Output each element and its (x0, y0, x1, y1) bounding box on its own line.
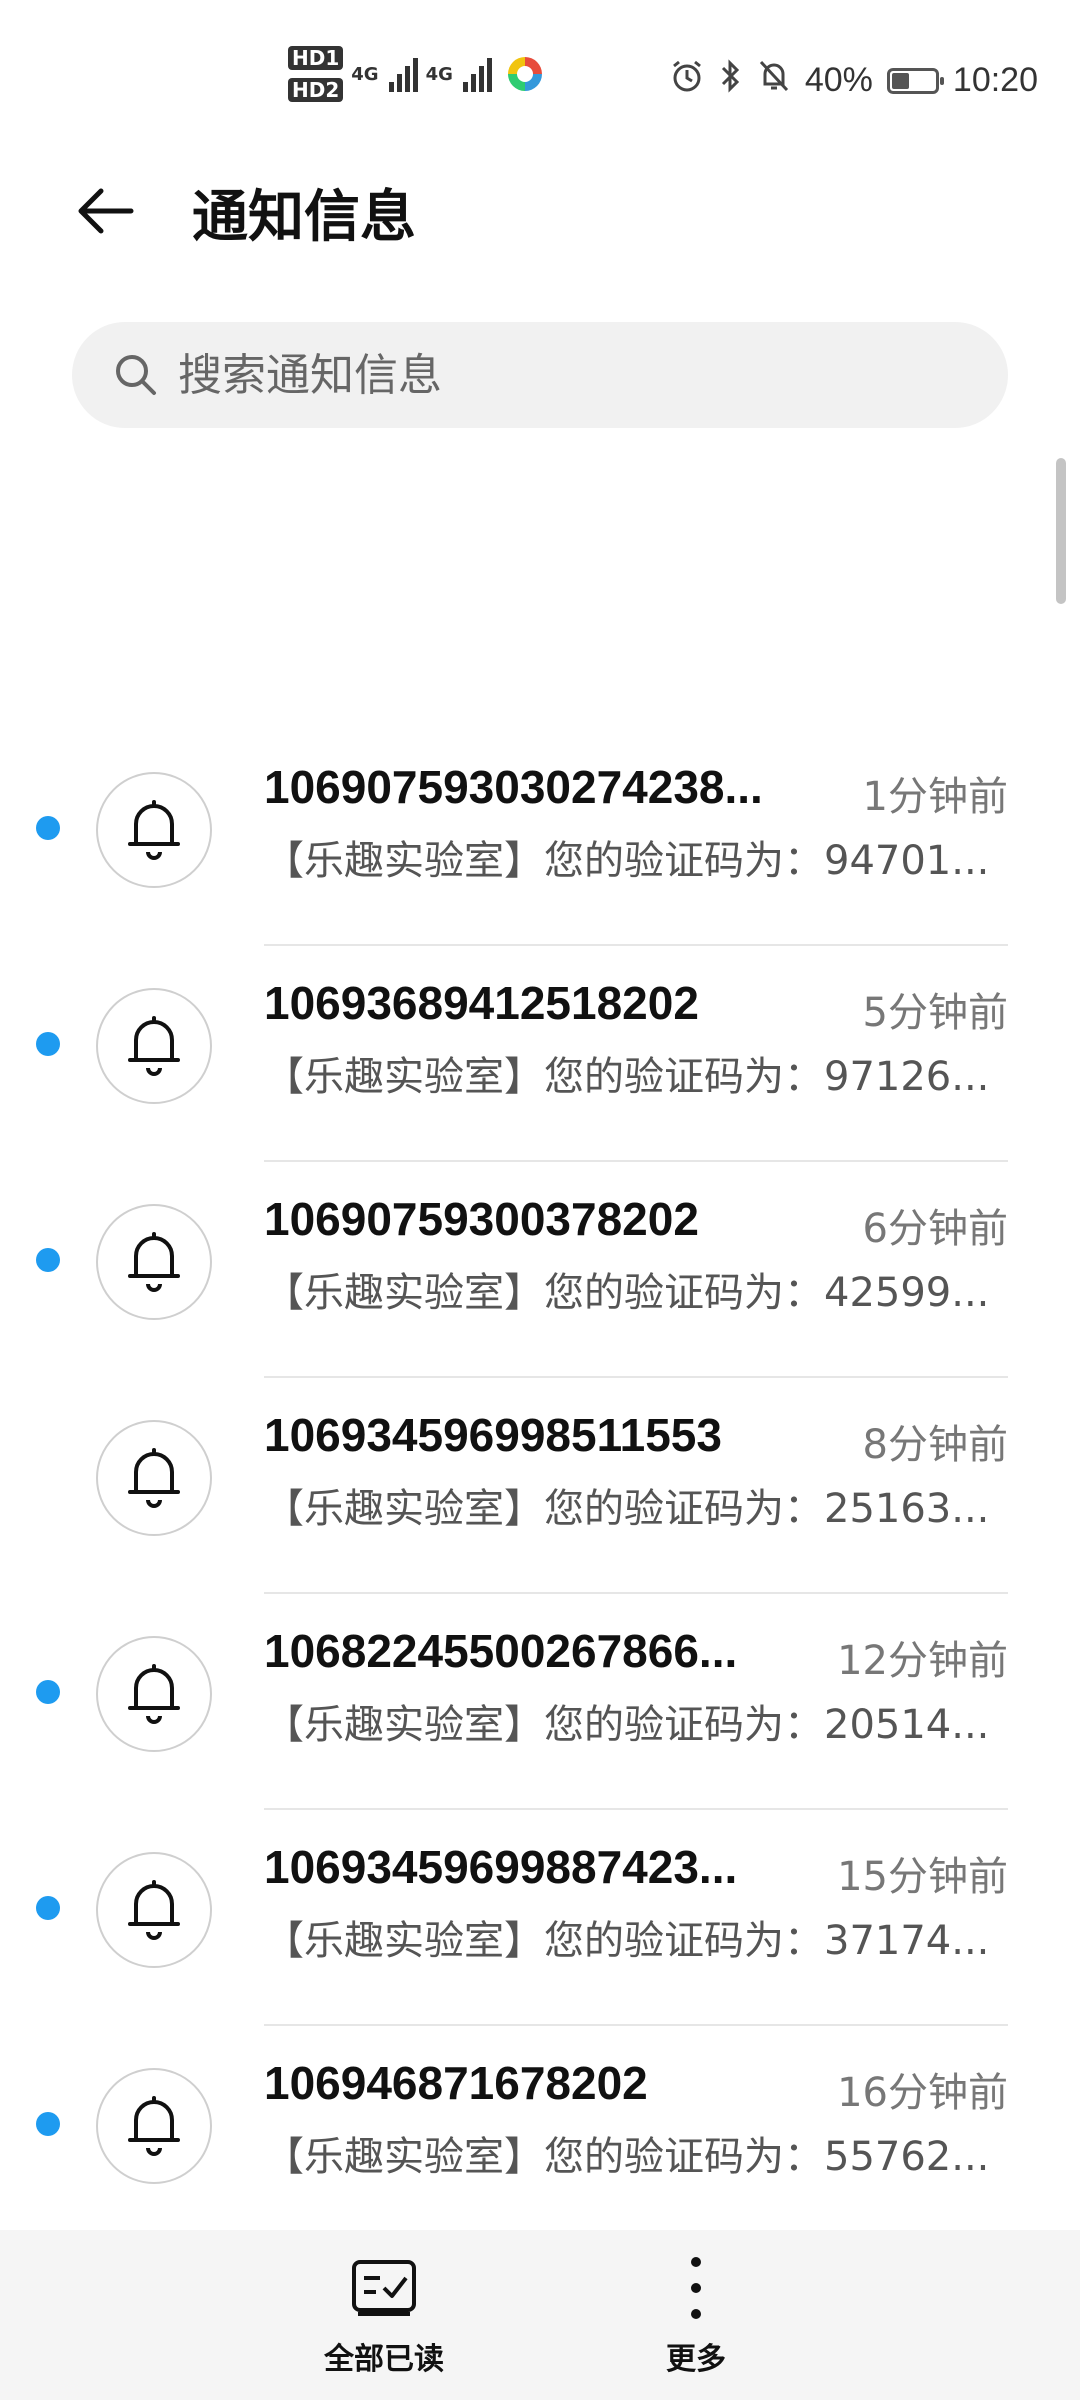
status-right: 40% 10:20 (669, 58, 1038, 103)
network-type-2: 4G (425, 63, 453, 85)
message-time: 1分钟前 (862, 774, 1008, 820)
message-row[interactable]: 10682245500267866... 12分钟前【乐趣实验室】您的验证码为：2… (0, 1594, 1080, 1810)
message-row[interactable]: 106946871678202 16分钟前【乐趣实验室】您的验证码为：55762.… (0, 2026, 1080, 2242)
message-time: 12分钟前 (837, 1638, 1008, 1684)
hd1-badge: HD1 (288, 46, 344, 70)
unread-dot (36, 1248, 60, 1272)
notification-avatar (96, 1636, 212, 1752)
arrow-left-icon (78, 188, 134, 234)
search-input[interactable] (176, 348, 940, 402)
bell-icon (122, 794, 186, 866)
mark-all-read-label: 全部已读 (324, 2342, 444, 2377)
signal-1-icon (388, 56, 418, 92)
network-type-1: 4G (351, 63, 379, 85)
more-button[interactable]: 更多 (596, 2252, 796, 2378)
bluetooth-icon (719, 58, 743, 103)
mark-read-icon (348, 2252, 420, 2324)
app-notification-icon (507, 57, 542, 91)
message-preview: 【乐趣实验室】您的验证码为：20514... (264, 1702, 990, 1748)
unread-dot (36, 1680, 60, 1704)
message-time: 8分钟前 (862, 1422, 1008, 1468)
clock: 10:20 (952, 61, 1038, 99)
status-left: HD1 HD2 4G 4G (288, 46, 542, 102)
hd2-badge: HD2 (288, 78, 344, 102)
bell-icon (122, 1658, 186, 1730)
message-sender: 106946871678202 (264, 2057, 648, 2109)
bell-icon (122, 1874, 186, 1946)
message-preview: 【乐趣实验室】您的验证码为：25163... (264, 1486, 990, 1532)
message-sender: 10682245500267866... (264, 1625, 738, 1677)
notification-avatar (96, 1420, 212, 1536)
bell-icon (122, 1442, 186, 1514)
message-preview: 【乐趣实验室】您的验证码为：94701... (264, 838, 990, 884)
signal-2-icon (462, 56, 492, 92)
message-time: 15分钟前 (837, 1854, 1008, 1900)
message-sender: 10693459699887423... (264, 1841, 738, 1893)
message-time: 6分钟前 (862, 1206, 1008, 1252)
bell-icon (122, 1226, 186, 1298)
more-label: 更多 (666, 2342, 726, 2377)
notification-avatar (96, 988, 212, 1104)
mark-all-read-button[interactable]: 全部已读 (284, 2252, 484, 2378)
message-sender: 10693459699851155​3 (264, 1409, 722, 1461)
app-header: 通知信息 (0, 140, 1080, 280)
notification-avatar (96, 2068, 212, 2184)
message-time: 5分钟前 (862, 990, 1008, 1036)
message-row[interactable]: 10690759303027423​8... 1分钟前【乐趣实验室】您的验证码为：… (0, 730, 1080, 946)
message-row[interactable]: 10693459699851155​3 8分钟前【乐趣实验室】您的验证码为：251… (0, 1378, 1080, 1594)
back-button[interactable] (60, 166, 150, 256)
notification-avatar (96, 1204, 212, 1320)
message-row[interactable]: 10693689412518202 5分钟前【乐趣实验室】您的验证码为：97126… (0, 946, 1080, 1162)
message-row[interactable]: 10693459699887423... 15分钟前【乐趣实验室】您的验证码为：3… (0, 1810, 1080, 2026)
screen: HD1 HD2 4G 4G 40% 10:20 通知信息 搜索通知信息 1069… (0, 0, 1080, 2400)
message-preview: 【乐趣实验室】您的验证码为：97126... (264, 1054, 990, 1100)
more-vertical-icon (660, 2252, 732, 2324)
battery-fill (891, 72, 909, 89)
message-time: 16分钟前 (837, 2070, 1008, 2116)
battery-icon (886, 67, 944, 94)
bottom-toolbar: 全部已读 更多 (0, 2230, 1080, 2400)
message-list: 10690759303027423​8... 1分钟前【乐趣实验室】您的验证码为：… (0, 730, 1080, 2242)
search-bar[interactable] (72, 322, 1008, 428)
unread-dot (36, 1896, 60, 1920)
bell-icon (122, 1010, 186, 1082)
notification-avatar (96, 1852, 212, 1968)
message-sender: 10690759303027423​8... (264, 761, 763, 813)
message-sender: 10693689412518202 (264, 977, 699, 1029)
unread-dot (36, 816, 60, 840)
unread-dot (36, 1032, 60, 1056)
message-preview: 【乐趣实验室】您的验证码为：42599... (264, 1270, 990, 1316)
message-preview: 【乐趣实验室】您的验证码为：55762... (264, 2134, 990, 2180)
bell-icon (122, 2090, 186, 2162)
message-row[interactable]: 10690759300378202 6分钟前【乐趣实验室】您的验证码为：42599… (0, 1162, 1080, 1378)
mute-bell-icon (757, 58, 791, 103)
unread-dot (36, 2112, 60, 2136)
page-title: 通知信息 (192, 185, 416, 250)
alarm-icon (669, 58, 705, 103)
notification-avatar (96, 772, 212, 888)
scroll-indicator[interactable] (1056, 458, 1066, 604)
status-bar: HD1 HD2 4G 4G 40% 10:20 (0, 0, 1080, 140)
message-preview: 【乐趣实验室】您的验证码为：37174... (264, 1918, 990, 1964)
search-icon (110, 349, 162, 401)
battery-percent: 40% (804, 61, 873, 99)
message-sender: 10690759300378202 (264, 1193, 699, 1245)
hd-indicators: HD1 HD2 (288, 46, 344, 102)
